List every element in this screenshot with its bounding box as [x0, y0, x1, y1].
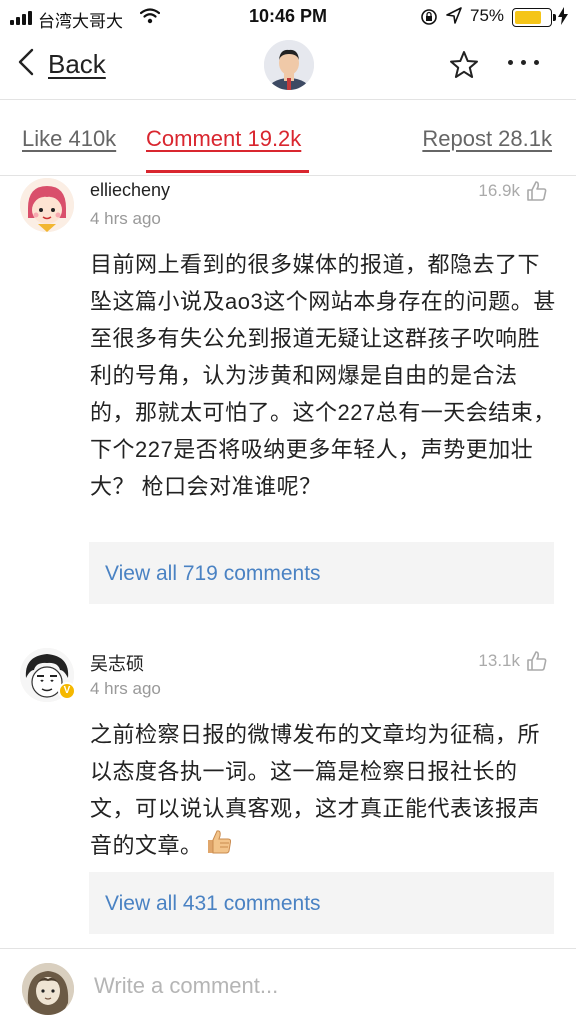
comment-time: 4 hrs ago — [90, 209, 161, 228]
status-bar: 台湾大哥大 10:46 PM 75% — [0, 0, 576, 34]
more-icon-dot — [534, 60, 539, 65]
tab-like[interactable]: Like 410k — [22, 126, 116, 152]
like-button[interactable]: 16.9k — [478, 180, 548, 202]
like-count: 16.9k — [478, 181, 520, 200]
commenter-name[interactable]: 吴志硕 — [90, 650, 144, 676]
comment-time: 4 hrs ago — [90, 679, 161, 698]
comment-input[interactable] — [94, 973, 554, 999]
thumbs-up-icon — [527, 181, 547, 201]
charging-icon — [558, 7, 568, 30]
commenter-name[interactable]: elliecheny — [90, 180, 170, 201]
tab-bar: Like 410k Comment 19.2k Repost 28.1k — [0, 100, 576, 176]
comment-text: 之前检察日报的微博发布的文章均为征稿，所以态度各执一词。这一篇是检察日报社长的文… — [90, 722, 541, 858]
rotation-lock-icon — [420, 8, 438, 31]
more-icon-dot — [521, 60, 526, 65]
back-button[interactable]: Back — [18, 48, 106, 81]
view-replies-button[interactable]: View all 719 comments — [89, 542, 554, 604]
battery-percent: 75% — [470, 6, 505, 25]
tab-comment[interactable]: Comment 19.2k — [146, 126, 301, 152]
comment-text: 目前网上看到的很多媒体的报道，都隐去了下坠这篇小说及ao3这个网站本身存在的问题… — [90, 252, 556, 499]
like-button[interactable]: 13.1k — [478, 650, 548, 672]
active-tab-indicator — [146, 170, 309, 173]
more-button[interactable] — [508, 60, 539, 65]
back-label: Back — [48, 49, 106, 79]
battery-icon — [512, 8, 552, 27]
view-replies-button[interactable]: View all 431 comments — [89, 872, 554, 934]
tab-repost[interactable]: Repost 28.1k — [422, 126, 552, 152]
comment-composer — [0, 948, 576, 1024]
thumbs-up-icon — [527, 651, 547, 671]
more-icon-dot — [508, 60, 513, 65]
battery-cap — [553, 14, 556, 21]
like-count: 13.1k — [478, 651, 520, 670]
location-icon — [446, 7, 462, 30]
author-avatar[interactable] — [264, 40, 314, 90]
nav-header: Back — [0, 34, 576, 100]
thumbs-up-emoji-icon — [205, 829, 233, 866]
verified-badge-icon: V — [58, 682, 76, 700]
chevron-left-icon — [18, 48, 34, 81]
star-icon — [450, 51, 478, 78]
favorite-button[interactable] — [449, 50, 479, 85]
commenter-avatar[interactable] — [20, 178, 74, 232]
comment-text-container: 之前检察日报的微博发布的文章均为征稿，所以态度各执一词。这一篇是检察日报社长的文… — [90, 716, 560, 866]
my-avatar — [22, 963, 74, 1015]
